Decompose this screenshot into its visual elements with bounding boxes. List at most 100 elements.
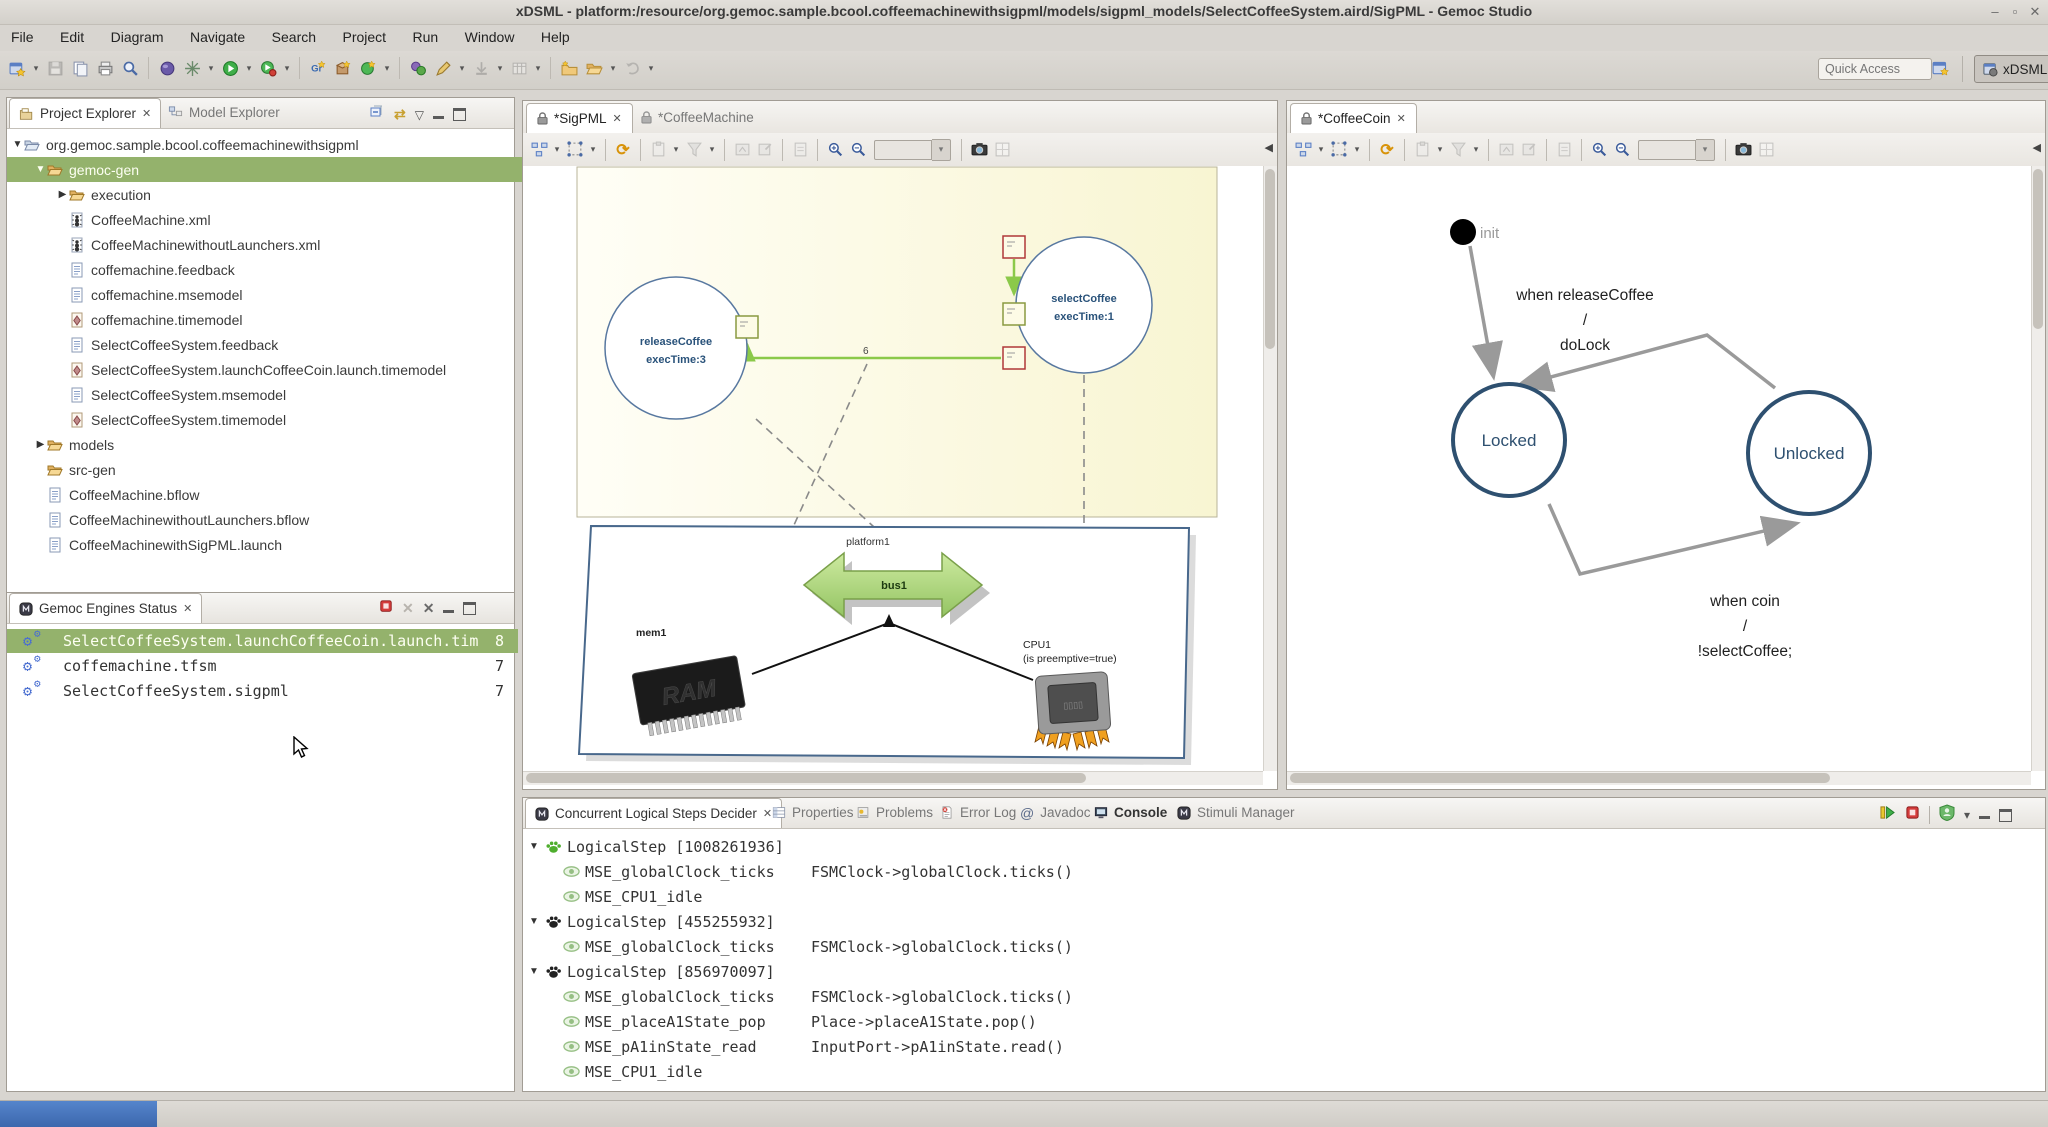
tab-problems[interactable]: Problems	[847, 798, 942, 827]
link-with-editor-icon[interactable]: ⇄	[394, 106, 406, 123]
horizontal-scrollbar[interactable]	[523, 771, 1263, 785]
print-icon[interactable]	[94, 56, 116, 80]
snapshot-camera-icon[interactable]	[1733, 139, 1753, 161]
select-mode-icon[interactable]	[1329, 139, 1349, 161]
import-dropdown[interactable]: ▾	[495, 63, 505, 74]
tab-gemoc-engines-status[interactable]: Gemoc Engines Status ✕	[9, 593, 202, 623]
mse-row[interactable]: MSE_globalClock_ticks FSMClock->globalCl…	[563, 859, 1073, 884]
import-arrow-icon[interactable]	[470, 56, 492, 80]
copy-stack-icon[interactable]	[69, 56, 91, 80]
paste-dropdown[interactable]: ▾	[1435, 144, 1445, 155]
clipboard-icon[interactable]	[790, 139, 810, 161]
clipboard-icon[interactable]	[1554, 139, 1574, 161]
tab-coffeecoin[interactable]: *CoffeeCoin ✕	[1290, 103, 1417, 133]
new-wizard-icon[interactable]	[6, 56, 28, 80]
menu-file[interactable]: File	[0, 25, 45, 49]
refresh-icon[interactable]: ⟳	[1377, 139, 1397, 161]
tab-model-explorer[interactable]: Model Explorer	[159, 98, 289, 127]
debug-dropdown[interactable]: ▾	[282, 63, 292, 74]
undo-dropdown[interactable]: ▾	[646, 63, 656, 74]
grid-icon[interactable]	[992, 139, 1012, 161]
table-dropdown[interactable]: ▾	[533, 63, 543, 74]
port-input-selectcoffee[interactable]	[1003, 303, 1025, 325]
tab-sigpml[interactable]: *SigPML ✕	[526, 103, 633, 133]
expander-icon[interactable]: ▼	[529, 841, 545, 852]
zoom-dropdown[interactable]: ▾	[1696, 139, 1715, 161]
expander-icon[interactable]: ▼	[34, 164, 47, 175]
expander-icon[interactable]: ▼	[529, 966, 545, 977]
menu-edit[interactable]: Edit	[49, 25, 95, 49]
layout-dropdown[interactable]: ▾	[552, 144, 562, 155]
tree-item-execution[interactable]: ▶ execution	[7, 182, 567, 207]
new-class-icon[interactable]	[357, 56, 379, 80]
resume-engine-icon[interactable]	[1879, 805, 1896, 825]
annotate-pencil-icon[interactable]	[432, 56, 454, 80]
minimize-view-icon[interactable]	[433, 116, 444, 119]
tree-item-coffeemachine-xml[interactable]: CoffeeMachine.xml	[7, 207, 567, 232]
menu-project[interactable]: Project	[331, 25, 397, 49]
close-tab-icon[interactable]: ✕	[142, 107, 151, 120]
logical-step-row[interactable]: ▼ LogicalStep [856970097]	[529, 959, 775, 984]
tree-item-scs-feedback[interactable]: SelectCoffeeSystem.feedback	[7, 332, 567, 357]
edit-mode-icon[interactable]	[755, 139, 775, 161]
tree-item-models[interactable]: ▶ models	[7, 432, 545, 457]
collapse-all-icon[interactable]	[369, 104, 385, 125]
open-folder-icon[interactable]	[583, 56, 605, 80]
refresh-icon[interactable]: ⟳	[613, 139, 633, 161]
port-output-releasecoffee[interactable]	[736, 316, 758, 338]
initial-transition[interactable]	[1470, 246, 1493, 374]
mse-row[interactable]: MSE_pA1inState_read InputPort->pA1inStat…	[563, 1034, 1064, 1059]
save-icon[interactable]	[44, 56, 66, 80]
tree-item-coffeemachine-nolaunch-xml[interactable]: CoffeeMachinewithoutLaunchers.xml	[7, 232, 567, 257]
expander-icon[interactable]: ▼	[529, 916, 545, 927]
zoom-level-input[interactable]	[874, 140, 932, 160]
new-wizard-dropdown[interactable]: ▾	[31, 63, 41, 74]
tree-item-feedback[interactable]: coffemachine.feedback	[7, 257, 567, 282]
close-tab-icon[interactable]: ✕	[1397, 112, 1406, 125]
tree-item-scs-launch-timemodel[interactable]: SelectCoffeeSystem.launchCoffeeCoin.laun…	[7, 357, 567, 382]
port-output-selectcoffee[interactable]	[1003, 347, 1025, 369]
zoom-in-icon[interactable]	[825, 139, 845, 161]
initial-state-node[interactable]	[1450, 219, 1476, 245]
mse-row[interactable]: MSE_CPU1_idle	[563, 1059, 811, 1084]
expander-icon[interactable]: ▼	[11, 139, 24, 150]
mse-row[interactable]: MSE_placeA1State_pop Place->placeA1State…	[563, 1009, 1037, 1034]
new-package-icon[interactable]	[332, 56, 354, 80]
layout-icon[interactable]	[1293, 139, 1313, 161]
edit-mode-icon[interactable]	[1519, 139, 1539, 161]
sigpml-diagram-canvas[interactable]: platform1 bus1 mem1 RAM CPU1 (is preempt…	[523, 166, 1263, 771]
close-tab-icon[interactable]: ✕	[613, 112, 622, 125]
search-icon[interactable]	[119, 56, 141, 80]
filter-icon[interactable]	[1448, 139, 1468, 161]
zoom-out-icon[interactable]	[848, 139, 868, 161]
web-sphere-icon[interactable]	[156, 56, 178, 80]
mse-row[interactable]: MSE_CPU1_idle	[563, 884, 811, 909]
stop-engine-icon[interactable]	[1905, 805, 1920, 825]
close-tab-icon[interactable]: ✕	[183, 602, 192, 615]
collapse-palette-icon[interactable]: ◀	[1265, 141, 1273, 154]
zoom-level-input[interactable]	[1638, 140, 1696, 160]
menu-navigate[interactable]: Navigate	[179, 25, 256, 49]
spheres-icon[interactable]	[407, 56, 429, 80]
open-perspective-icon[interactable]	[1932, 59, 1950, 82]
maximize-view-icon[interactable]	[463, 602, 476, 615]
port-input-selectcoffee-top[interactable]	[1003, 236, 1025, 258]
snapshot-camera-icon[interactable]	[969, 139, 989, 161]
tree-item-gemoc-gen[interactable]: ▼ gemoc-gen	[7, 157, 545, 182]
engine-row[interactable]: ⚙⚙ SelectCoffeeSystem.sigpml 7	[7, 679, 518, 703]
decider-shield-icon[interactable]	[1939, 804, 1955, 826]
tree-item-launch[interactable]: CoffeeMachinewithSigPML.launch	[7, 532, 545, 557]
tab-coffeemachine[interactable]: *CoffeeMachine	[631, 103, 764, 132]
collapse-palette-icon[interactable]: ◀	[2033, 141, 2041, 154]
layout-icon[interactable]	[529, 139, 549, 161]
logical-step-row[interactable]: ▼ LogicalStep [455255932]	[529, 909, 775, 934]
perspective-button-xdsml[interactable]: xDSML	[1974, 55, 2048, 83]
select-mode-dropdown[interactable]: ▾	[588, 144, 598, 155]
mse-row[interactable]: MSE_globalClock_ticks FSMClock->globalCl…	[563, 984, 1073, 1009]
menu-run[interactable]: Run	[402, 25, 450, 49]
menu-diagram[interactable]: Diagram	[100, 25, 175, 49]
dispose-all-engines-icon[interactable]: ✕	[423, 600, 435, 617]
tree-item-cmwl-bflow[interactable]: CoffeeMachinewithoutLaunchers.bflow	[7, 507, 545, 532]
tab-console[interactable]: Console	[1085, 798, 1176, 827]
export-diagram-icon[interactable]	[732, 139, 752, 161]
